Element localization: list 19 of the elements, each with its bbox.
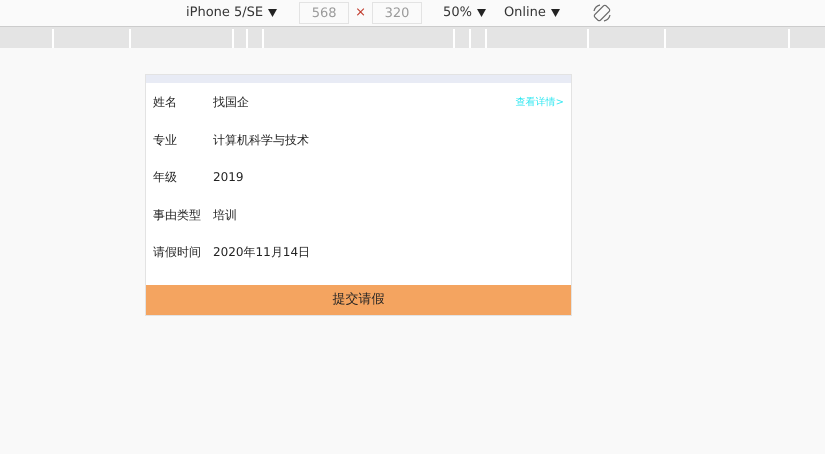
field-label: 请假时间 — [153, 244, 202, 262]
field-label: 年级 — [153, 169, 178, 186]
field-label: 姓名 — [153, 94, 178, 111]
field-label: 事由类型 — [153, 206, 202, 224]
caret-icon — [268, 9, 278, 17]
zoom-dropdown[interactable]: 50% — [443, 3, 486, 23]
field-value: 2020年11月14日 — [213, 244, 310, 262]
field-value: 培训 — [213, 206, 237, 224]
rotate-icon[interactable] — [592, 3, 612, 23]
caret-icon — [476, 9, 486, 17]
submit-button[interactable]: 提交请假 — [146, 285, 571, 315]
times-sign: × — [355, 4, 366, 22]
network-dropdown[interactable]: Online — [504, 3, 560, 23]
field-value: 计算机科学与技术 — [213, 132, 309, 149]
field-value: 2019 — [213, 169, 244, 186]
field-value: 找国企 — [213, 94, 249, 111]
field-label: 专业 — [153, 132, 178, 149]
caret-icon — [550, 9, 560, 17]
device-dropdown[interactable]: iPhone 5/SE — [186, 3, 278, 23]
